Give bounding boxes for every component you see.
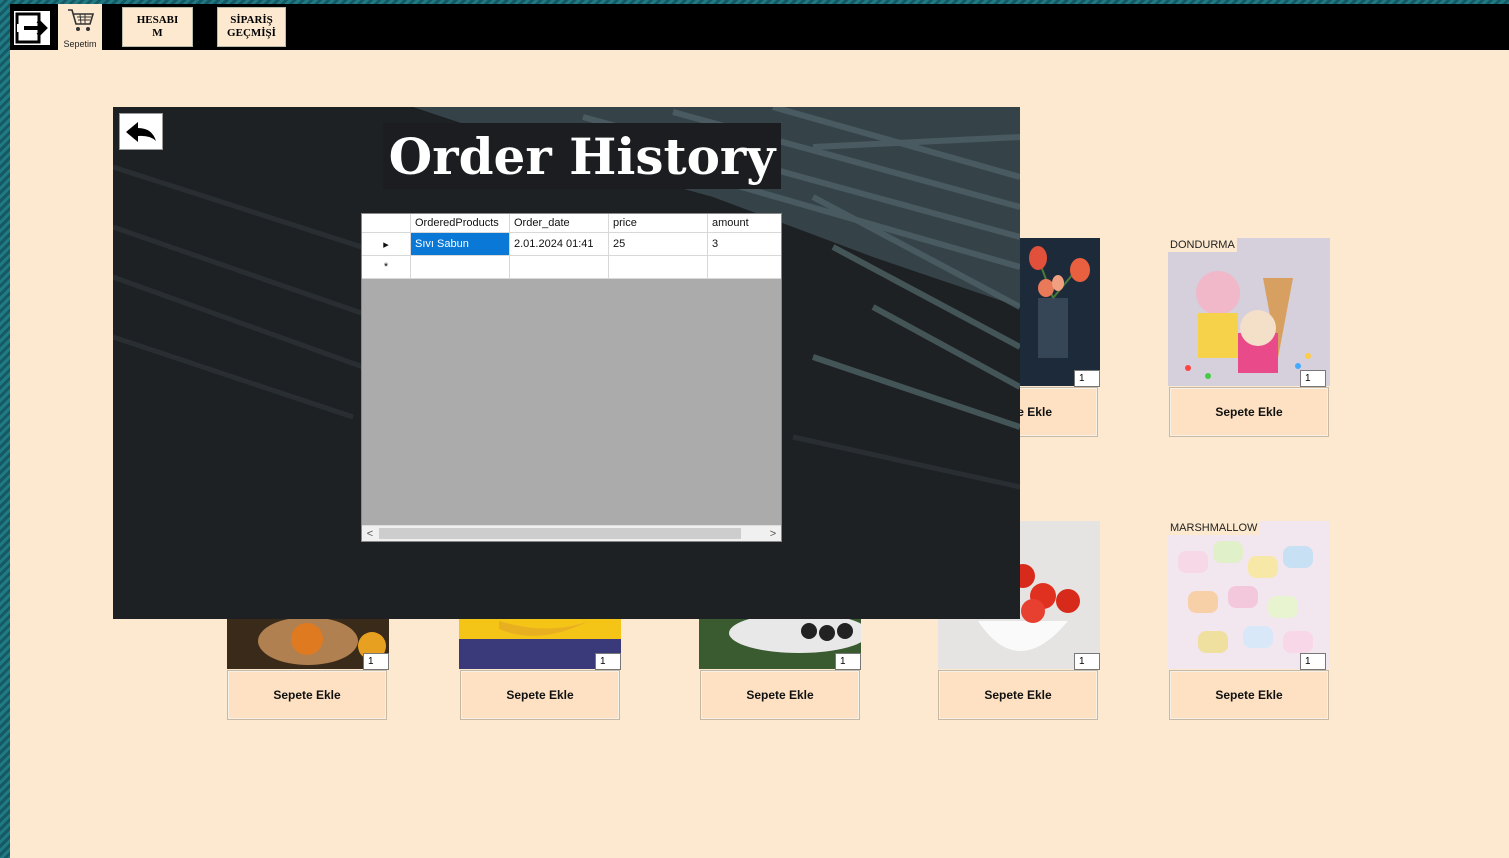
account-button[interactable]: HESABI M xyxy=(122,7,193,47)
add-to-cart-button[interactable]: Sepete Ekle xyxy=(227,670,387,720)
order-history-panel: Order History OrderedProducts Order_date… xyxy=(113,107,1020,619)
horizontal-scrollbar[interactable]: < > xyxy=(362,525,781,541)
page-title: Order History xyxy=(383,123,781,189)
product-name: MARSHMALLOW xyxy=(1168,521,1260,535)
table-cell[interactable] xyxy=(411,256,510,279)
quantity-field[interactable]: 1 xyxy=(1074,653,1100,670)
column-header[interactable]: amount xyxy=(708,214,781,233)
cart-label: Sepetim xyxy=(63,39,97,49)
quantity-field[interactable]: 1 xyxy=(835,653,861,670)
cart-button[interactable]: Sepetim xyxy=(58,4,102,50)
product-image-dondurma: DONDURMA xyxy=(1168,238,1330,386)
quantity-field[interactable]: 1 xyxy=(363,653,389,670)
table-cell[interactable] xyxy=(708,256,781,279)
add-to-cart-button[interactable]: Sepete Ekle xyxy=(1169,670,1329,720)
back-arrow-icon xyxy=(126,121,156,142)
add-to-cart-button[interactable]: Sepete Ekle xyxy=(700,670,860,720)
row-indicator[interactable]: * xyxy=(362,256,411,279)
product-name: DONDURMA xyxy=(1168,238,1237,252)
top-toolbar: Sepetim HESABI M SİPARİŞ GEÇMİŞİ xyxy=(10,4,1509,50)
app-window: Sepetim HESABI M SİPARİŞ GEÇMİŞİ 1 e Ekl… xyxy=(10,4,1509,858)
column-header[interactable]: price xyxy=(609,214,708,233)
add-to-cart-button[interactable]: Sepete Ekle xyxy=(938,670,1098,720)
table-cell[interactable]: Sıvı Sabun xyxy=(411,233,510,256)
row-header-corner xyxy=(362,214,411,233)
order-history-button[interactable]: SİPARİŞ GEÇMİŞİ xyxy=(217,7,286,47)
add-to-cart-button[interactable]: Sepete Ekle xyxy=(460,670,620,720)
column-header[interactable]: Order_date xyxy=(510,214,609,233)
grid-header: OrderedProducts Order_date price amount xyxy=(362,214,781,233)
table-cell[interactable] xyxy=(510,256,609,279)
table-row[interactable]: ▸ Sıvı Sabun 2.01.2024 01:41 25 3 xyxy=(362,233,781,256)
quantity-field[interactable]: 1 xyxy=(1300,370,1326,387)
table-cell[interactable]: 2.01.2024 01:41 xyxy=(510,233,609,256)
quantity-field[interactable]: 1 xyxy=(1074,370,1100,387)
table-cell[interactable] xyxy=(609,256,708,279)
scroll-right-icon[interactable]: > xyxy=(765,526,781,542)
order-history-grid[interactable]: OrderedProducts Order_date price amount … xyxy=(361,213,782,542)
table-row-new[interactable]: * xyxy=(362,256,781,279)
logout-icon xyxy=(15,12,48,44)
table-cell[interactable]: 25 xyxy=(609,233,708,256)
quantity-field[interactable]: 1 xyxy=(595,653,621,670)
quantity-field[interactable]: 1 xyxy=(1300,653,1326,670)
logout-button[interactable] xyxy=(12,9,52,47)
scroll-thumb[interactable] xyxy=(379,528,741,539)
scroll-left-icon[interactable]: < xyxy=(362,526,378,542)
back-button[interactable] xyxy=(119,113,163,150)
add-to-cart-label: e Ekle xyxy=(1017,405,1052,419)
marshmallow-image xyxy=(1168,521,1330,669)
column-header[interactable]: OrderedProducts xyxy=(411,214,510,233)
ice-cream-image xyxy=(1168,238,1330,386)
row-indicator[interactable]: ▸ xyxy=(362,233,411,256)
cart-icon xyxy=(68,9,95,31)
table-cell[interactable]: 3 xyxy=(708,233,781,256)
product-image-marshmallow: MARSHMALLOW xyxy=(1168,521,1330,669)
add-to-cart-button[interactable]: Sepete Ekle xyxy=(1169,387,1329,437)
